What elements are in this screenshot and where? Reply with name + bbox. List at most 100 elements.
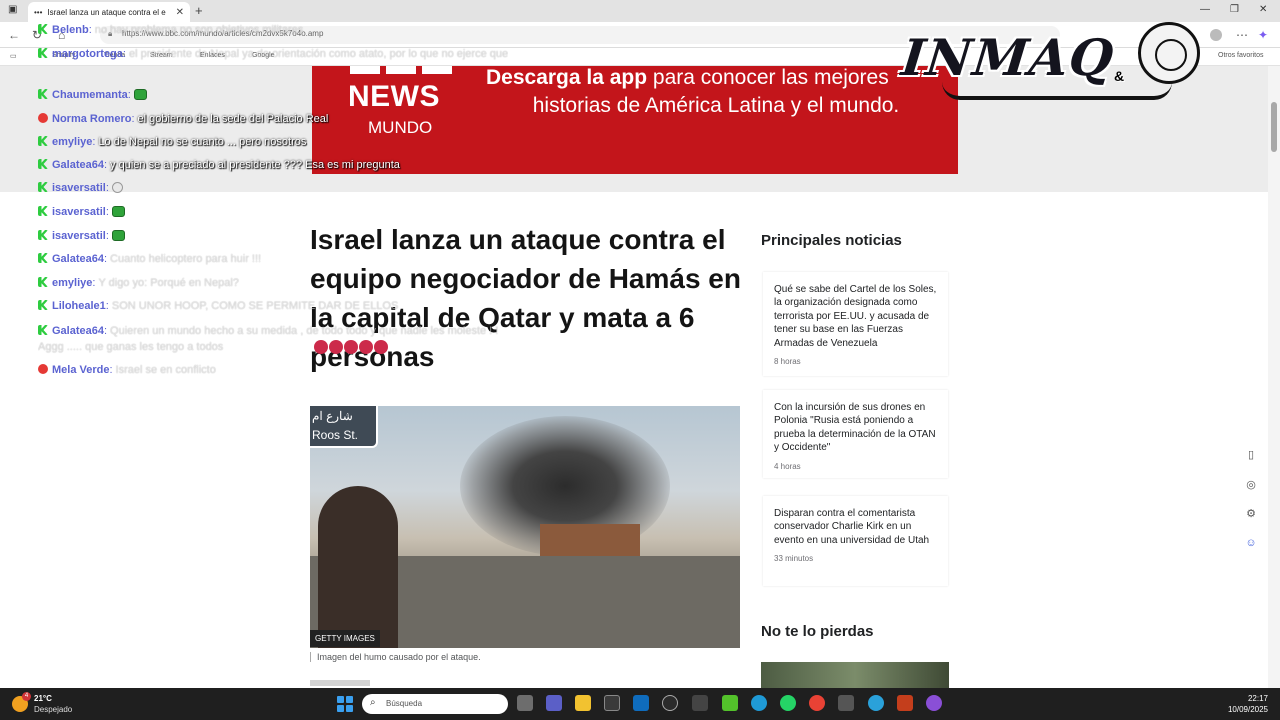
assistant-icon[interactable]: ☺ xyxy=(1242,534,1260,552)
chat-username: margotortega xyxy=(52,48,123,60)
clock-time[interactable]: 22:17 xyxy=(1236,694,1268,703)
kick-badge-icon xyxy=(38,182,48,192)
top-story-card[interactable]: Qué se sabe del Cartel de los Soles, la … xyxy=(763,272,948,376)
weather-temperature[interactable]: 21°C xyxy=(34,694,52,703)
page-scrollbar[interactable] xyxy=(1268,66,1280,688)
close-window-icon[interactable]: ✕ xyxy=(1259,4,1267,15)
chat-message: emyliye: Lo de Nepal no se cuanto ... per… xyxy=(38,136,508,148)
kick-badge-icon xyxy=(38,230,48,240)
chat-text: y quien se a preciado al presidente ??? … xyxy=(110,159,400,171)
more-options-icon[interactable]: ⋯ xyxy=(1236,28,1248,42)
kick-badge-icon xyxy=(38,24,48,34)
search-icon: ⌕ xyxy=(370,697,376,708)
edge-icon[interactable] xyxy=(751,695,767,711)
taskbar-search[interactable]: ⌕ Búsqueda xyxy=(362,694,508,714)
tab-favicon-icon: ••• xyxy=(34,7,43,17)
outlook-icon[interactable] xyxy=(633,695,649,711)
chat-message: Mela Verde: Israel se en conflicto xyxy=(38,364,508,376)
kick-badge-icon xyxy=(38,89,48,99)
tools-icon[interactable]: ⚙ xyxy=(1242,505,1260,523)
other-favorites[interactable]: Otros favoritos xyxy=(1218,52,1264,59)
dont-miss-thumbnail[interactable] xyxy=(761,662,949,688)
chat-username: Chaumemanta xyxy=(52,89,128,101)
chrome-icon[interactable] xyxy=(809,695,825,711)
chat-colon: : xyxy=(122,48,126,60)
chat-username: emyliye xyxy=(52,136,93,148)
heart-emote-icon xyxy=(344,340,358,354)
share-icon[interactable]: ◎ xyxy=(1242,476,1260,494)
kick-badge-icon xyxy=(38,253,48,263)
scroll-thumb[interactable] xyxy=(1271,102,1277,152)
task-view-icon[interactable] xyxy=(517,695,533,711)
logo-ampersand: & xyxy=(1114,68,1125,84)
street-sign-english: Roos St. xyxy=(312,428,359,442)
weather-description[interactable]: Despejado xyxy=(34,705,72,714)
top-story-time: 4 horas xyxy=(774,461,801,471)
whatsapp-icon[interactable] xyxy=(780,695,796,711)
chat-message: Norma Romero: el gobierno de la sede del … xyxy=(38,113,508,125)
profile-avatar[interactable] xyxy=(1210,29,1222,41)
chat-colon: : xyxy=(105,230,109,242)
chat-username: isaversatil xyxy=(52,230,106,242)
powerpoint-icon[interactable] xyxy=(897,695,913,711)
chat-text: no hay problema no son objetivos militar… xyxy=(94,24,304,36)
app-icon[interactable] xyxy=(838,695,854,711)
minimize-icon[interactable]: — xyxy=(1200,4,1210,15)
top-story-text[interactable]: Disparan contra el comentarista conserva… xyxy=(774,507,937,547)
chat-colon: : xyxy=(88,24,92,36)
copilot-icon[interactable]: ✦ xyxy=(1258,28,1268,42)
green-emote-icon xyxy=(111,230,125,241)
tab-active[interactable]: ••• Israel lanza un ataque contra el e ✕ xyxy=(28,2,190,22)
app-icon[interactable] xyxy=(692,695,708,711)
image-credit: GETTY IMAGES xyxy=(310,630,380,647)
chat-message: Galatea64: Cuanto helicoptero para huir !… xyxy=(38,253,508,265)
chat-colon: : xyxy=(92,136,96,148)
back-icon[interactable]: ← xyxy=(8,28,20,42)
reading-view-icon[interactable]: ▯ xyxy=(1242,446,1260,464)
chat-text: Cuanto helicoptero para huir !!! xyxy=(110,253,262,265)
obs-icon[interactable] xyxy=(662,695,678,711)
favorites-icon[interactable]: ▭ xyxy=(10,52,17,60)
tab-title: Israel lanza un ataque contra el e xyxy=(47,7,166,17)
chat-message: Belenb: no hay problema no son objetivos … xyxy=(38,24,508,36)
image-caption: Imagen del humo causado por el ataque. xyxy=(310,652,481,662)
top-story-card[interactable]: Disparan contra el comentarista conserva… xyxy=(763,496,948,586)
banner-line-2: historias de América Latina y el mundo. xyxy=(532,94,900,117)
chat-message: isaversatil: xyxy=(38,206,508,218)
heart-emote-icon xyxy=(314,340,328,354)
chat-username: emyliye xyxy=(52,277,93,289)
tab-actions-icon[interactable]: ▣ xyxy=(8,4,17,15)
logo-wordmark: INMAQ xyxy=(898,28,1117,87)
kick-app-icon[interactable] xyxy=(722,695,738,711)
kick-badge-icon xyxy=(38,325,48,335)
maximize-icon[interactable]: ❐ xyxy=(1230,4,1239,15)
chat-username: isaversatil xyxy=(52,206,106,218)
youtube-badge-icon xyxy=(38,113,48,123)
chat-text: el presidente de Nepal ya de orientación… xyxy=(128,48,508,60)
chat-colon: : xyxy=(103,253,108,265)
top-story-time: 8 horas xyxy=(774,357,801,367)
start-tile xyxy=(346,696,353,703)
app-icon[interactable] xyxy=(926,695,942,711)
heart-emote-icon xyxy=(359,340,373,354)
street-sign-arabic: شارع ام xyxy=(312,409,353,423)
chat-username: Galatea64 xyxy=(52,325,104,337)
telegram-icon[interactable] xyxy=(868,695,884,711)
top-story-text[interactable]: Qué se sabe del Cartel de los Soles, la … xyxy=(774,283,937,350)
new-tab-icon[interactable]: + xyxy=(195,3,203,18)
file-explorer-icon[interactable] xyxy=(575,695,591,711)
chat-text: Lo de Nepal no se cuanto ... pero nosotr… xyxy=(98,136,307,148)
clock-date[interactable]: 10/09/2025 xyxy=(1222,705,1268,714)
author-line xyxy=(310,680,370,686)
top-story-card[interactable]: Con la incursión de sus drones en Poloni… xyxy=(763,390,948,478)
start-icon[interactable] xyxy=(337,696,353,712)
top-story-text[interactable]: Con la incursión de sus drones en Poloni… xyxy=(774,401,937,455)
dont-miss-title: No te lo pierdas xyxy=(761,623,874,640)
teams-icon[interactable] xyxy=(546,695,562,711)
hero-building xyxy=(540,524,640,560)
store-icon[interactable] xyxy=(604,695,620,711)
kick-badge-icon xyxy=(38,277,48,287)
start-tile xyxy=(337,696,344,703)
banner-line-1-rest: para conocer las mejores xyxy=(647,66,889,89)
tab-close-icon[interactable]: ✕ xyxy=(176,7,184,18)
